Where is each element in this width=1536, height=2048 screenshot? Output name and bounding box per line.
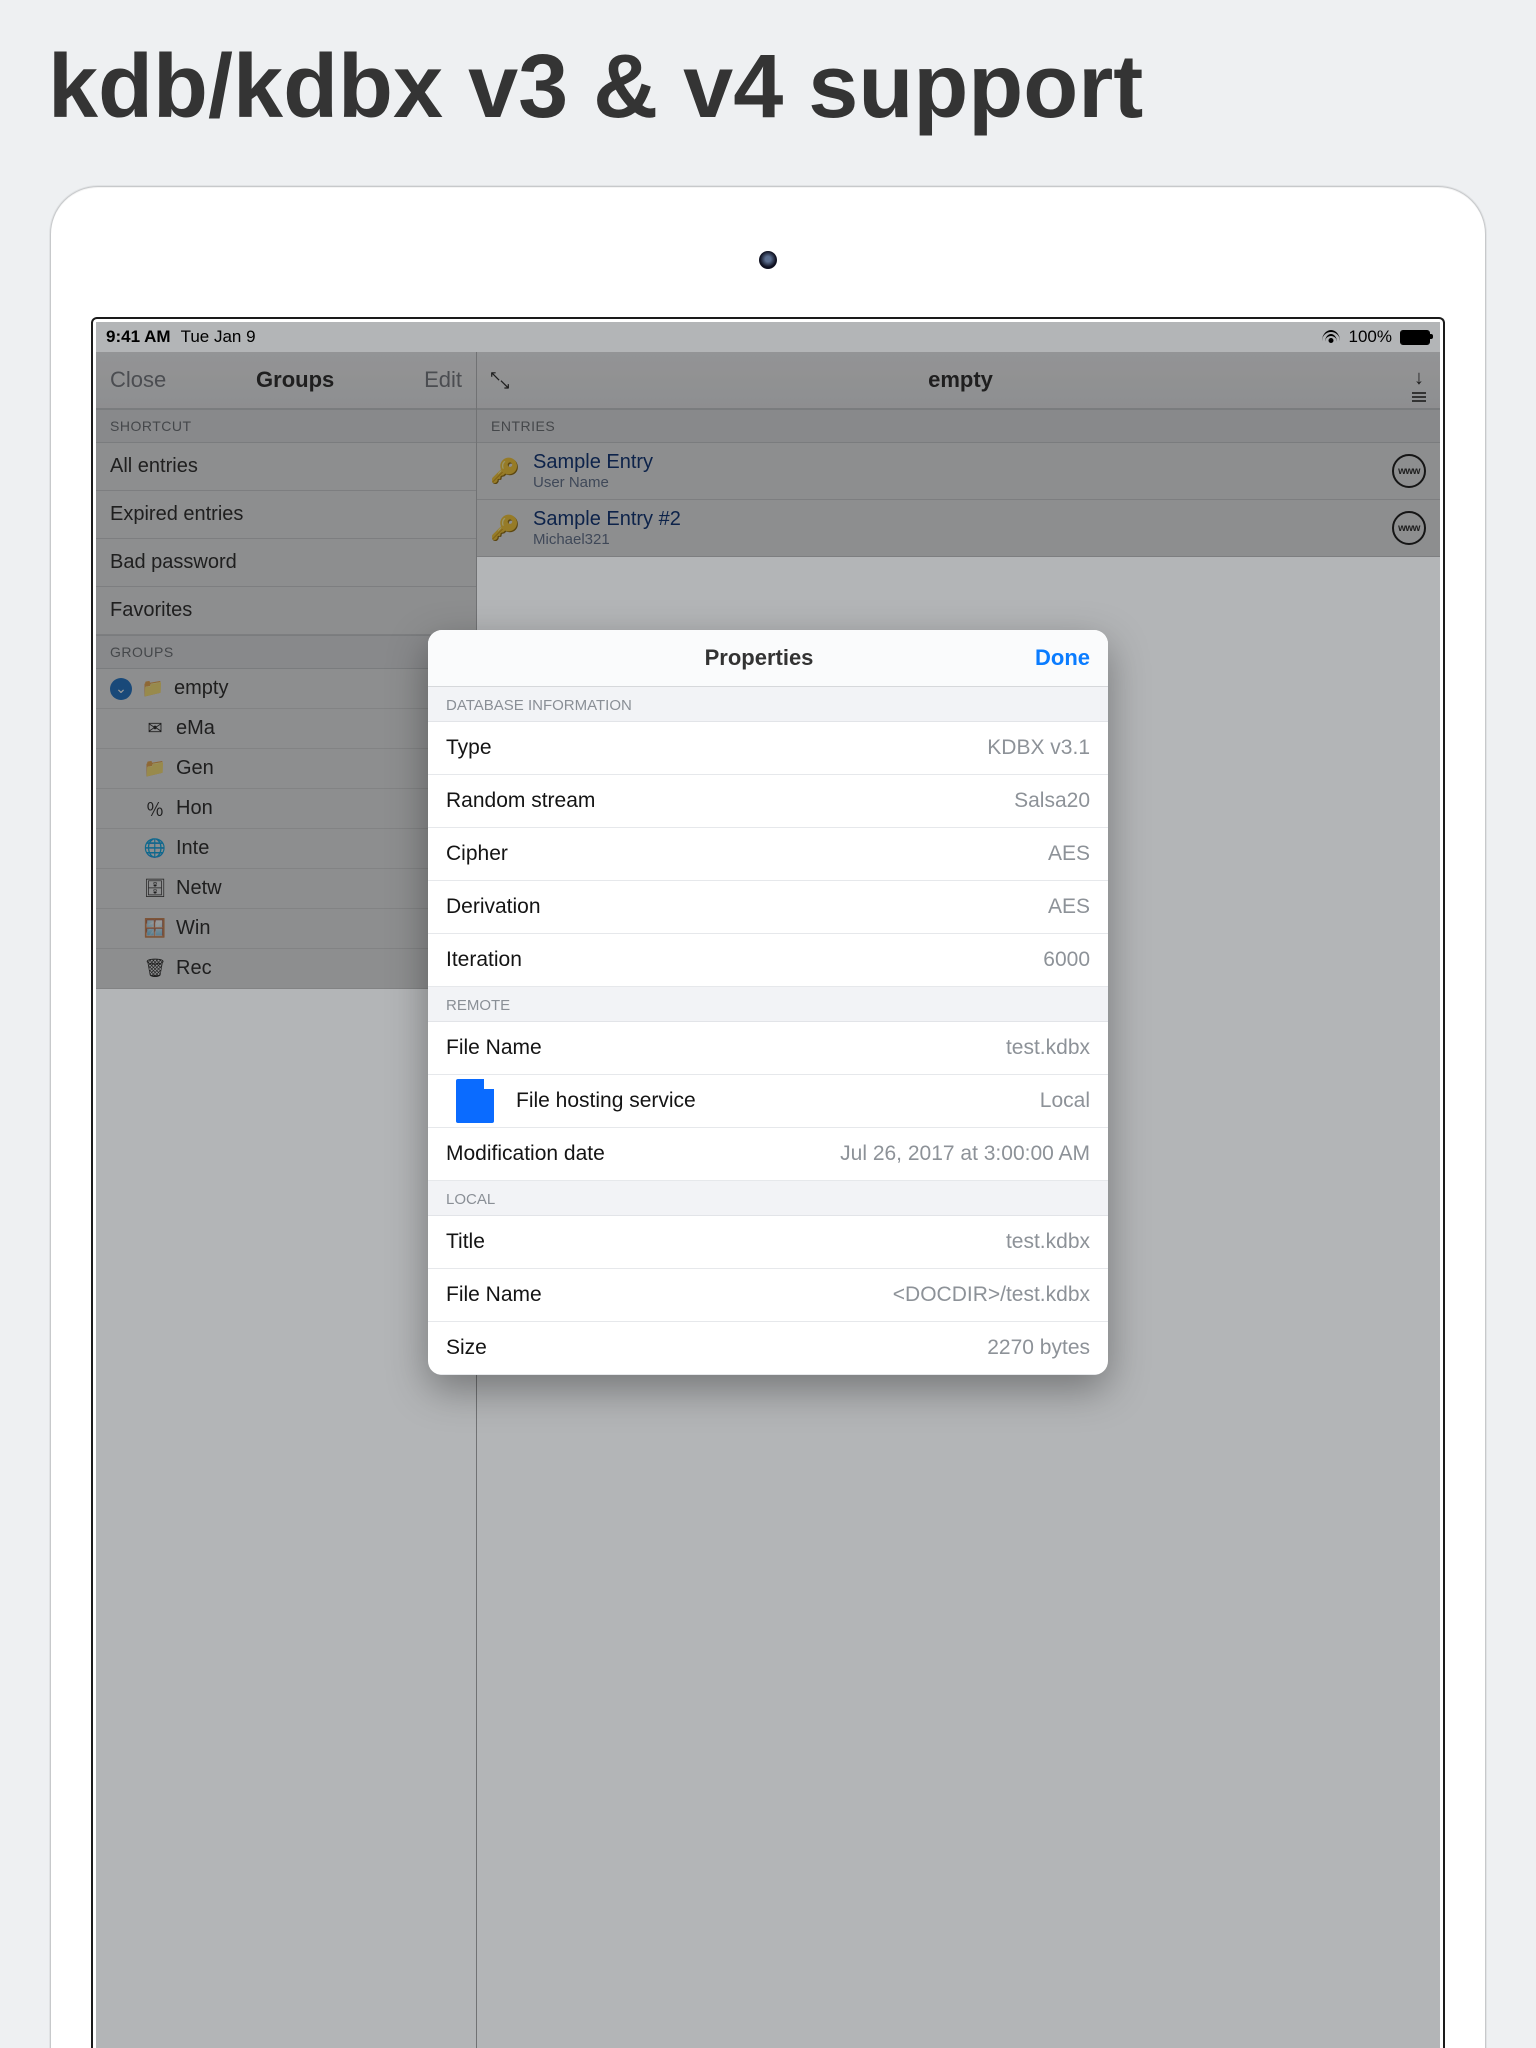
property-row: CipherAES bbox=[428, 828, 1108, 881]
remote-header: REMOTE bbox=[428, 987, 1108, 1022]
properties-modal: Properties Done DATABASE INFORMATION Typ… bbox=[428, 630, 1108, 1375]
modal-title: Properties bbox=[705, 645, 814, 671]
property-row: TypeKDBX v3.1 bbox=[428, 722, 1108, 775]
property-row: Size2270 bytes bbox=[428, 1322, 1108, 1375]
device-frame: 9:41 AMTue Jan 9 100% Close Groups bbox=[50, 186, 1486, 2048]
property-row: File Nametest.kdbx bbox=[428, 1022, 1108, 1075]
property-row: Titletest.kdbx bbox=[428, 1216, 1108, 1269]
hero-title: kdb/kdbx v3 & v4 support bbox=[0, 0, 1536, 167]
camera-dot bbox=[759, 251, 777, 269]
property-row: Iteration6000 bbox=[428, 934, 1108, 987]
property-row: DerivationAES bbox=[428, 881, 1108, 934]
property-row: Modification dateJul 26, 2017 at 3:00:00… bbox=[428, 1128, 1108, 1181]
screen-bezel: 9:41 AMTue Jan 9 100% Close Groups bbox=[91, 317, 1445, 2048]
local-header: LOCAL bbox=[428, 1181, 1108, 1216]
property-row: File hosting serviceLocal bbox=[428, 1075, 1108, 1128]
file-icon bbox=[456, 1079, 494, 1123]
db-info-header: DATABASE INFORMATION bbox=[428, 687, 1108, 722]
property-row: Random streamSalsa20 bbox=[428, 775, 1108, 828]
done-button[interactable]: Done bbox=[813, 645, 1108, 671]
property-row: File Name<DOCDIR>/test.kdbx bbox=[428, 1269, 1108, 1322]
